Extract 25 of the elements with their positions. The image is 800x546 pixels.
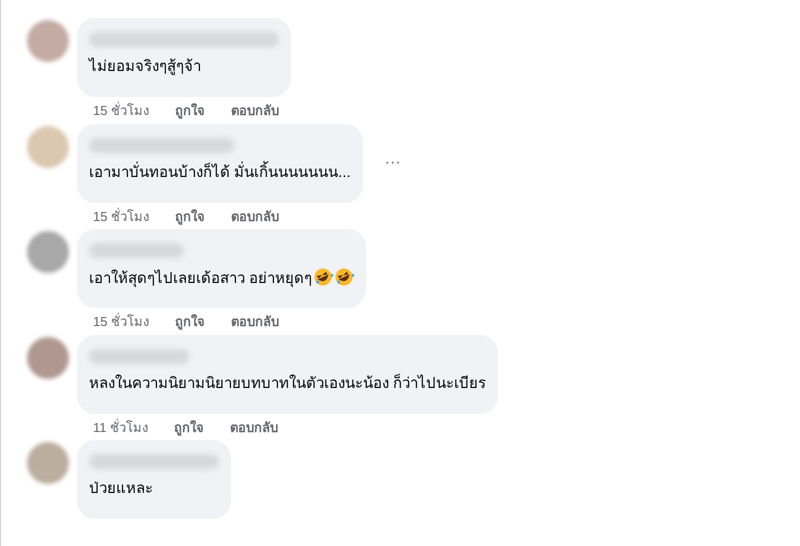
comment-text: ไม่ยอมจริงๆสู้ๆจ้า: [89, 56, 202, 77]
avatar[interactable]: [27, 442, 69, 484]
avatar[interactable]: [27, 336, 69, 379]
comment-text: เอามาบั่นทอนบ้างก็ได้ มั่นเกิ้นนนนนนน...: [89, 162, 351, 184]
comment-time: 15 ชั่วโมง: [93, 206, 150, 226]
like-link[interactable]: ถูกใจ: [175, 101, 206, 121]
comment-text: เอาให้สุดๆไปเลยเด้อสาว อย่าหยุดๆ: [89, 267, 354, 290]
like-link[interactable]: ถูกใจ: [175, 312, 206, 332]
reply-link[interactable]: ตอบกลับ: [231, 206, 280, 227]
avatar[interactable]: [27, 231, 69, 274]
reply-link[interactable]: ตอบกลับ: [230, 418, 278, 438]
avatar[interactable]: [27, 126, 69, 168]
more-button[interactable]: ···: [380, 150, 405, 176]
like-link[interactable]: ถูกใจ: [175, 206, 206, 227]
reply-link[interactable]: ตอบกลับ: [231, 101, 280, 121]
comment-time: 15 ชั่วโมง: [93, 101, 150, 120]
comment-time: 15 ชั่วโมง: [93, 312, 150, 332]
laughing-emoji-icon: [313, 267, 334, 288]
reply-link[interactable]: ตอบกลับ: [231, 312, 280, 332]
avatar[interactable]: [27, 20, 69, 62]
comment-text: ป่วยแหละ: [89, 479, 154, 500]
comment-time: 11 ชั่วโมง: [93, 418, 148, 437]
laughing-emoji-icon: [334, 267, 354, 288]
comment-text: หลงในความนิยามนิยายบทบาทในตัวเองนะน้อง ก็ว่าไปนะเบียร: [89, 372, 486, 394]
like-link[interactable]: ถูกใจ: [174, 418, 204, 438]
